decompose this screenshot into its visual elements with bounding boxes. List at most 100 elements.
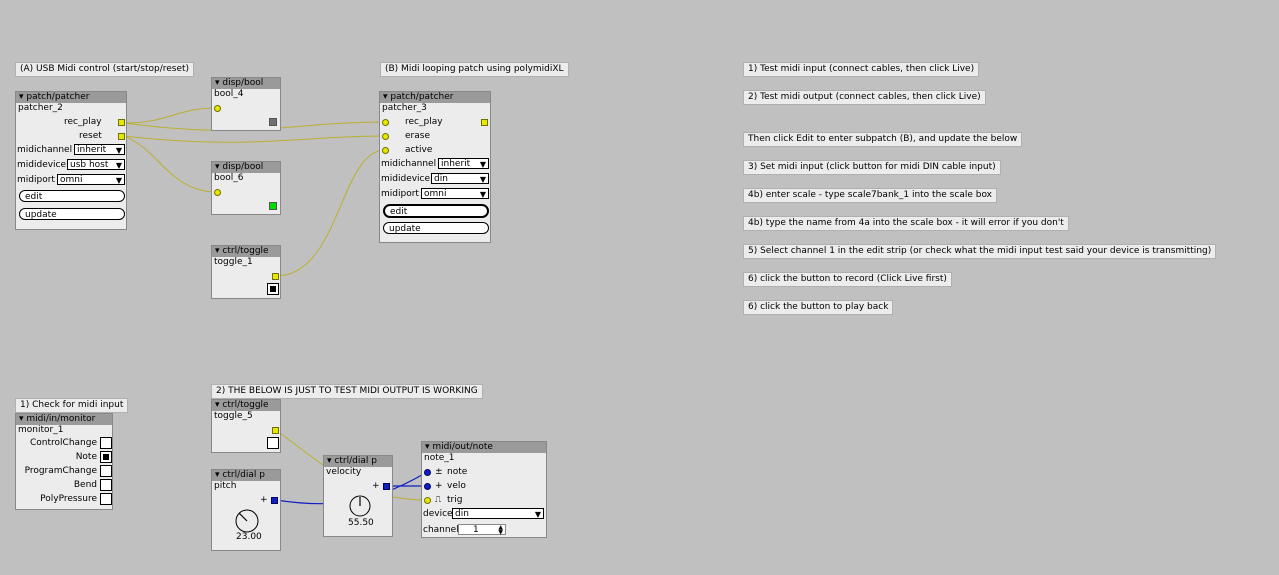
bool-6-type: disp/bool — [222, 162, 264, 172]
toggle-1-header[interactable]: ▾ ctrl/toggle — [212, 246, 280, 257]
patcher-3-rec-play-inlet[interactable] — [382, 119, 389, 126]
monitor-1-bend-led — [100, 479, 112, 491]
patcher-2-update-button[interactable]: update — [19, 208, 125, 220]
bool-6-inlet[interactable] — [214, 189, 221, 196]
patch-cords — [123, 107, 428, 505]
patcher-3-midiport-select[interactable]: omni ▼ — [421, 188, 489, 199]
velocity-dial-object[interactable]: ▾ ctrl/dial p velocity + 55.50 — [323, 455, 393, 537]
toggle-1-object[interactable]: ▾ ctrl/toggle toggle_1 — [211, 245, 281, 299]
note-1-channel-value: 1 — [473, 525, 479, 535]
stepper-arrows-icon[interactable]: ▲ ▼ — [498, 525, 503, 536]
patcher-2-midichannel-label: midichannel — [17, 145, 73, 155]
patcher-2-rec-play-label: rec_play — [64, 117, 102, 127]
bool-4-object[interactable]: ▾ disp/bool bool_4 — [211, 77, 281, 131]
note-1-note-sign: ± — [435, 467, 443, 477]
patcher-3-active-inlet[interactable] — [382, 147, 389, 154]
velocity-dial-sign: + — [372, 481, 380, 491]
toggle-1-outlet[interactable] — [272, 273, 279, 280]
patcher-2-object[interactable]: ▾ patch/patcher patcher_2 rec_play reset… — [15, 91, 127, 230]
note-1-channel-stepper[interactable]: 1 ▲ ▼ — [458, 524, 506, 536]
bool-4-type: disp/bool — [222, 78, 264, 88]
pitch-dial-header[interactable]: ▾ ctrl/dial p — [212, 470, 280, 481]
note-1-velo-inlet[interactable] — [424, 483, 431, 490]
bool-6-header[interactable]: ▾ disp/bool — [212, 162, 280, 173]
monitor-1-item-label: Bend — [73, 480, 97, 490]
patcher-2-mididevice-select[interactable]: usb host ▼ — [67, 159, 125, 170]
monitor-1-note-led — [100, 451, 112, 463]
comment-usb-midi: (A) USB Midi control (start/stop/reset) — [15, 62, 195, 77]
monitor-1-program-change-led — [100, 465, 112, 477]
comment-check-midi-input: 1) Check for midi input — [15, 398, 129, 413]
monitor-1-header[interactable]: ▾ midi/in/monitor — [16, 414, 112, 425]
note-1-object[interactable]: ▾ midi/out/note note_1 ± note + velo ⎍ t… — [421, 441, 547, 538]
toggle-1-instance-name: toggle_1 — [214, 257, 253, 267]
patcher-3-update-button[interactable]: update — [383, 222, 489, 234]
patcher-3-object[interactable]: ▾ patch/patcher patcher_3 rec_play erase… — [379, 91, 491, 243]
patcher-2-reset-outlet[interactable] — [118, 133, 125, 140]
patcher-2-midiport-select[interactable]: omni ▼ — [57, 174, 125, 185]
patcher-3-mididevice-select[interactable]: din ▼ — [431, 173, 489, 184]
patcher-2-rec-play-outlet[interactable] — [118, 119, 125, 126]
monitor-1-poly-pressure-led — [100, 493, 112, 505]
pitch-dial-sign: + — [260, 495, 268, 505]
patcher-2-edit-button[interactable]: edit — [19, 190, 125, 202]
patcher-3-erase-label: erase — [405, 131, 430, 141]
patcher-2-midiport-value: omni — [60, 175, 83, 185]
chevron-down-icon: ▼ — [115, 176, 122, 185]
note-1-trig-inlet[interactable] — [424, 497, 431, 504]
monitor-1-object[interactable]: ▾ midi/in/monitor monitor_1 ControlChang… — [15, 413, 113, 510]
velocity-dial-value: 55.50 — [348, 518, 374, 528]
patcher-3-header[interactable]: ▾ patch/patcher — [380, 92, 490, 103]
patcher-3-erase-inlet[interactable] — [382, 133, 389, 140]
bool-6-object[interactable]: ▾ disp/bool bool_6 — [211, 161, 281, 215]
monitor-1-item-label: Note — [75, 452, 97, 462]
note-1-type: midi/out/note — [432, 442, 493, 452]
velocity-dial-header[interactable]: ▾ ctrl/dial p — [324, 456, 392, 467]
note-1-device-label: device — [423, 509, 453, 519]
monitor-1-item-label: PolyPressure — [40, 494, 97, 504]
patcher-2-reset-label: reset — [79, 131, 102, 141]
velocity-dial-outlet[interactable] — [383, 483, 390, 490]
patcher-2-midiport-label: midiport — [17, 175, 55, 185]
velocity-dial-instance-name: velocity — [326, 467, 362, 477]
patcher-2-midichannel-select[interactable]: inherit ▼ — [74, 144, 125, 155]
patcher-3-rec-play-label: rec_play — [405, 117, 443, 127]
note-1-device-select[interactable]: din ▼ — [452, 508, 544, 519]
toggle-5-object[interactable]: ▾ ctrl/toggle toggle_5 — [211, 399, 281, 453]
toggle-5-outlet[interactable] — [272, 427, 279, 434]
chevron-down-icon: ▼ — [534, 510, 541, 519]
patcher-3-type: patch/patcher — [390, 92, 454, 102]
monitor-1-instance-name: monitor_1 — [18, 425, 64, 435]
toggle-5-header[interactable]: ▾ ctrl/toggle — [212, 400, 280, 411]
bool-4-led — [269, 118, 277, 126]
bool-4-inlet[interactable] — [214, 105, 221, 112]
comment-step-6-record: 6) click the button to record (Click Liv… — [743, 272, 952, 287]
wire-toggle1-to-active — [275, 149, 386, 277]
pitch-dial-object[interactable]: ▾ ctrl/dial p pitch + 23.00 — [211, 469, 281, 551]
patcher-3-midichannel-label: midichannel — [381, 159, 437, 169]
patcher-2-mididevice-value: usb host — [70, 160, 109, 170]
patcher-3-rec-play-outlet[interactable] — [481, 119, 488, 126]
patcher-3-active-label: active — [405, 145, 433, 155]
toggle-5-checkbox[interactable] — [267, 437, 279, 449]
toggle-1-type: ctrl/toggle — [222, 246, 269, 256]
comment-step-1: 1) Test midi input (connect cables, then… — [743, 62, 980, 77]
comment-step-4b-b: 4b) type the name from 4a into the scale… — [743, 216, 1069, 231]
note-1-header[interactable]: ▾ midi/out/note — [422, 442, 546, 453]
note-1-note-label: note — [447, 467, 468, 477]
monitor-1-control-change-led — [100, 437, 112, 449]
toggle-1-checkbox[interactable] — [267, 283, 279, 295]
bool-6-instance-name: bool_6 — [214, 173, 244, 183]
patcher-3-edit-button[interactable]: edit — [383, 204, 489, 218]
pitch-dial-outlet[interactable] — [271, 497, 278, 504]
bool-4-header[interactable]: ▾ disp/bool — [212, 78, 280, 89]
chevron-down-icon: ▼ — [479, 175, 486, 184]
patcher-2-midichannel-value: inherit — [77, 145, 107, 155]
patcher-2-type: patch/patcher — [26, 92, 90, 102]
patcher-2-header[interactable]: ▾ patch/patcher — [16, 92, 126, 103]
note-1-velo-label: velo — [447, 481, 466, 491]
knob-icon[interactable] — [348, 494, 372, 518]
note-1-note-inlet[interactable] — [424, 469, 431, 476]
patcher-3-midichannel-select[interactable]: inherit ▼ — [438, 158, 489, 169]
toggle-5-instance-name: toggle_5 — [214, 411, 253, 421]
